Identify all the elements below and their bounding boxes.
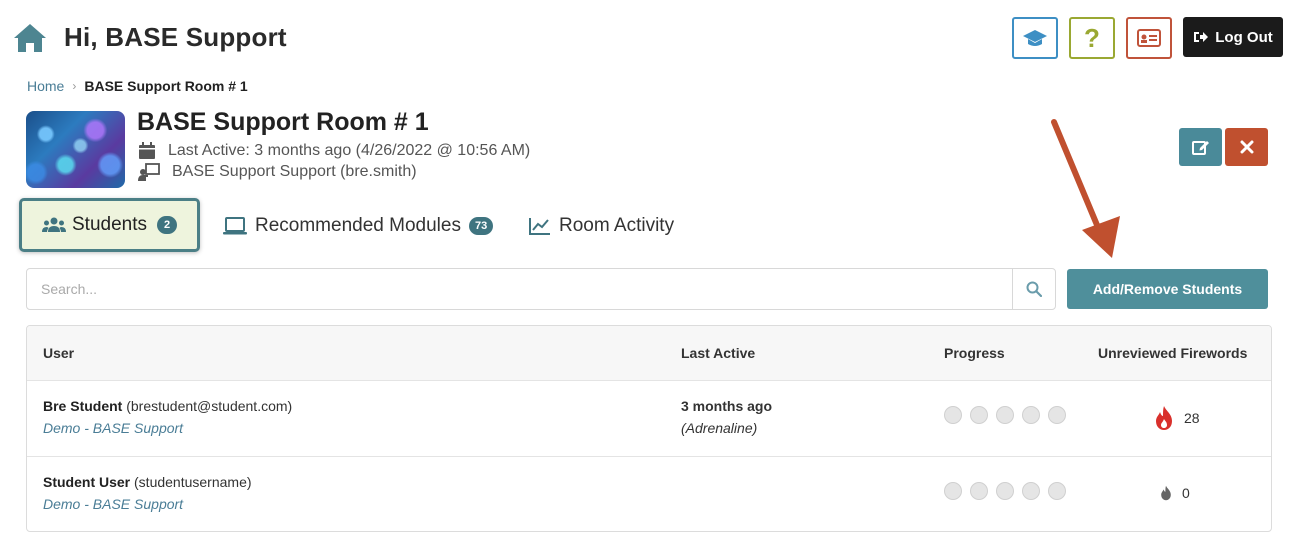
logout-label: Log Out (1215, 28, 1273, 46)
progress-dot (1022, 482, 1040, 500)
tab-students[interactable]: Students 2 (19, 198, 200, 252)
id-card-icon (1137, 29, 1161, 47)
sign-out-icon (1194, 32, 1209, 42)
progress-dots (944, 482, 1066, 500)
edit-icon (1191, 141, 1209, 155)
progress-dot (996, 482, 1014, 500)
graduation-cap-icon (1023, 30, 1047, 46)
breadcrumb: Home › BASE Support Room # 1 (27, 78, 248, 94)
user-name: Bre Student (43, 398, 123, 414)
tab-room-activity-label: Room Activity (559, 215, 675, 236)
fire-icon (1156, 406, 1172, 430)
students-table: User Last Active Progress Unreviewed Fir… (26, 325, 1272, 532)
progress-dot (1048, 482, 1066, 500)
room-image (26, 111, 125, 188)
progress-dot (944, 406, 962, 424)
user-org-link[interactable]: Demo - BASE Support (43, 420, 183, 436)
last-active-row: Last Active: 3 months ago (4/26/2022 @ 1… (138, 142, 530, 160)
room-title: BASE Support Room # 1 (137, 108, 429, 136)
fireworks-cell: 0 (1160, 485, 1190, 501)
table-row[interactable]: Student User (studentusername) Demo - BA… (27, 457, 1271, 531)
close-icon (1240, 140, 1253, 154)
progress-dot (1048, 406, 1066, 424)
modules-count-badge: 73 (468, 217, 494, 235)
delete-room-button[interactable] (1225, 128, 1268, 166)
column-header-last-active: Last Active (681, 345, 756, 361)
column-header-fireworks: Unreviewed Firewords (1098, 345, 1248, 361)
tab-room-activity[interactable]: Room Activity (529, 212, 674, 240)
chevron-right-icon: › (72, 79, 77, 93)
instructor-row: BASE Support Support (bre.smith) (138, 163, 417, 181)
tab-recommended-label: Recommended Modules (255, 215, 461, 236)
users-icon (42, 217, 66, 232)
last-active-value: 3 months ago (681, 398, 773, 414)
greeting: Hi, BASE Support (64, 22, 287, 52)
tab-students-label: Students (72, 214, 147, 235)
search-box (26, 268, 1056, 310)
search-input[interactable] (27, 269, 1012, 309)
tab-recommended-modules[interactable]: Recommended Modules 73 (223, 212, 494, 240)
fireworks-count: 0 (1182, 485, 1190, 501)
progress-dot (1022, 406, 1040, 424)
annotation-arrow (1051, 119, 1120, 258)
chalkboard-teacher-icon (138, 163, 160, 181)
edit-room-button[interactable] (1179, 128, 1222, 166)
breadcrumb-current: BASE Support Room # 1 (84, 78, 248, 94)
progress-dot (944, 482, 962, 500)
progress-dot (970, 482, 988, 500)
add-remove-students-button[interactable]: Add/Remove Students (1067, 269, 1268, 309)
column-header-progress: Progress (944, 345, 1005, 361)
user-org-link[interactable]: Demo - BASE Support (43, 496, 183, 512)
user-name: Student User (43, 474, 131, 490)
instructor-text: BASE Support Support (bre.smith) (172, 163, 417, 180)
header: Hi, BASE Support ? Log Out (0, 0, 1293, 76)
user-handle: (brestudent@student.com) (126, 398, 293, 414)
last-active-module: (Adrenaline) (681, 420, 758, 436)
table-row[interactable]: Bre Student (brestudent@student.com) Dem… (27, 381, 1271, 457)
logout-button[interactable]: Log Out (1183, 17, 1283, 57)
fire-icon (1161, 485, 1171, 501)
question-icon: ? (1084, 22, 1100, 53)
home-icon[interactable] (12, 22, 48, 54)
table-header: User Last Active Progress Unreviewed Fir… (27, 326, 1271, 381)
progress-dots (944, 406, 1066, 424)
search-icon (1026, 281, 1042, 297)
calendar-icon (139, 142, 155, 159)
user-handle: (studentusername) (134, 474, 252, 490)
last-active-text: Last Active: 3 months ago (4/26/2022 @ 1… (168, 142, 531, 159)
training-button[interactable] (1012, 17, 1058, 59)
fireworks-cell: 28 (1154, 405, 1200, 431)
fireworks-count: 28 (1184, 410, 1200, 426)
students-count-badge: 2 (157, 216, 177, 234)
progress-dot (996, 406, 1014, 424)
user-cell: Bre Student (brestudent@student.com) (43, 398, 292, 414)
user-cell: Student User (studentusername) (43, 474, 252, 490)
progress-dot (970, 406, 988, 424)
column-header-user: User (43, 345, 75, 361)
laptop-icon (223, 217, 247, 235)
breadcrumb-home[interactable]: Home (27, 78, 64, 94)
help-button[interactable]: ? (1069, 17, 1115, 59)
search-button[interactable] (1012, 269, 1055, 309)
profile-card-button[interactable] (1126, 17, 1172, 59)
chart-line-icon (529, 218, 550, 235)
